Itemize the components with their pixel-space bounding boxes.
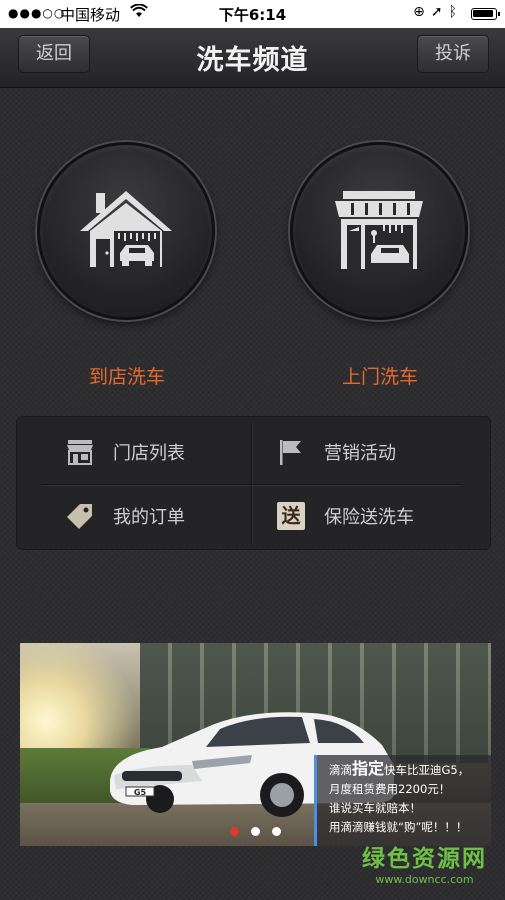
status-bar: ●●●○○ 中国移动 下午6:14 ⊕➚ᛒ bbox=[0, 0, 505, 28]
menu-item-store-list-label: 门店列表 bbox=[113, 443, 185, 464]
flag-icon bbox=[276, 437, 306, 467]
caption-line-4: 用滴滴赚钱就“购”呢！！！ bbox=[329, 820, 468, 834]
function-menu: 门店列表 营销活动 我的订单 送 保险送洗车 bbox=[16, 416, 491, 550]
menu-item-insurance-wash[interactable]: 送 保险送洗车 bbox=[276, 496, 414, 536]
service-instore-wash[interactable]: 到店洗车 bbox=[37, 142, 217, 389]
bluetooth-icon: ᛒ bbox=[448, 4, 463, 20]
menu-item-my-orders-label: 我的订单 bbox=[113, 507, 185, 528]
caption-line-1: 滴滴指定快车比亚迪G5， bbox=[329, 759, 470, 778]
rotation-lock-icon: ⊕ bbox=[413, 4, 431, 20]
carousel-indicator bbox=[230, 827, 281, 836]
menu-item-insurance-wash-label: 保险送洗车 bbox=[324, 507, 414, 528]
caption-line-3: 谁说买车就赔本！ bbox=[329, 801, 421, 815]
location-icon: ➚ bbox=[430, 4, 449, 20]
watermark: 绿色资源网 www.downcc.com bbox=[362, 839, 487, 886]
send-badge-icon: 送 bbox=[276, 501, 306, 531]
storefront-carwash-icon bbox=[329, 187, 429, 275]
report-button[interactable]: 投诉 bbox=[417, 35, 489, 73]
battery-icon bbox=[471, 8, 500, 20]
menu-item-marketing-label: 营销活动 bbox=[324, 443, 396, 464]
carousel-dot-3[interactable] bbox=[272, 827, 281, 836]
store-icon bbox=[65, 437, 95, 467]
status-icons: ⊕➚ᛒ bbox=[413, 4, 463, 20]
promo-banner[interactable]: G5 滴滴指定快车比亚迪G5， 月度租赁费用2200元！ 谁说买车就赔本！ 用滴… bbox=[20, 643, 491, 846]
service-instore-circle[interactable] bbox=[37, 142, 215, 320]
service-door-wash[interactable]: 上门洗车 bbox=[290, 142, 470, 389]
house-carwash-icon bbox=[76, 187, 176, 275]
tag-icon bbox=[65, 501, 95, 531]
menu-divider-horizontal bbox=[41, 484, 461, 485]
menu-item-marketing[interactable]: 营销活动 bbox=[276, 432, 396, 472]
banner-caption: 滴滴指定快车比亚迪G5， 月度租赁费用2200元！ 谁说买车就赔本！ 用滴滴赚钱… bbox=[314, 755, 491, 846]
menu-item-my-orders[interactable]: 我的订单 bbox=[65, 496, 185, 536]
carousel-dot-2[interactable] bbox=[251, 827, 260, 836]
carousel-dot-1[interactable] bbox=[230, 827, 239, 836]
caption-line-2: 月度租赁费用2200元！ bbox=[329, 782, 451, 796]
car-plate: G5 bbox=[134, 788, 147, 797]
service-door-circle[interactable] bbox=[290, 142, 468, 320]
service-instore-label[interactable]: 到店洗车 bbox=[37, 362, 217, 389]
watermark-url: www.downcc.com bbox=[375, 873, 474, 886]
service-door-label[interactable]: 上门洗车 bbox=[290, 362, 470, 389]
nav-bar: 返回 洗车频道 投诉 bbox=[0, 28, 505, 88]
watermark-title: 绿色资源网 bbox=[362, 846, 487, 872]
menu-item-store-list[interactable]: 门店列表 bbox=[65, 432, 185, 472]
